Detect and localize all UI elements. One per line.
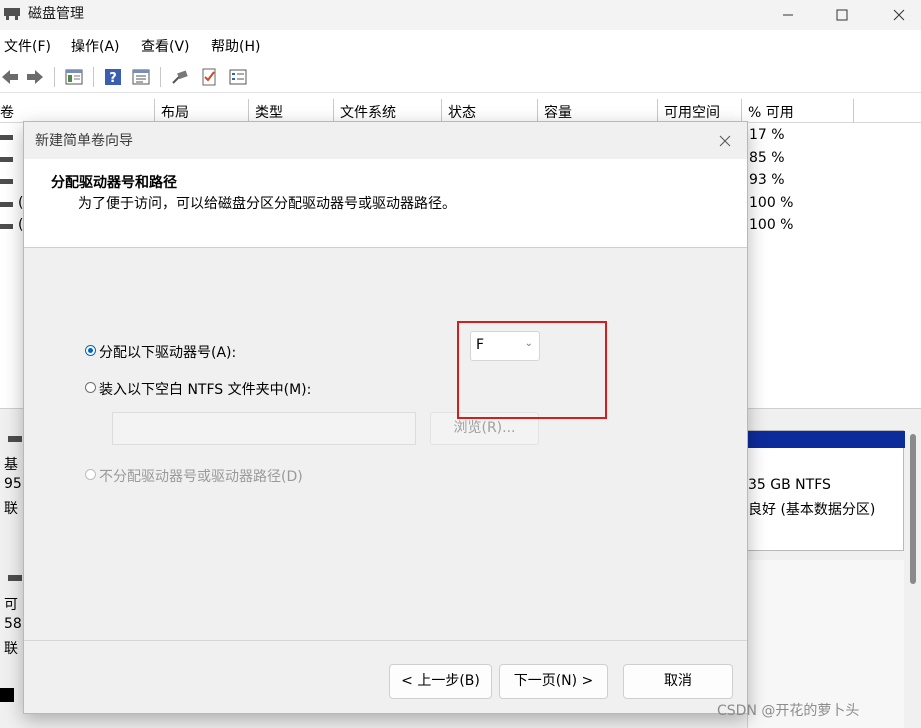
maximize-icon xyxy=(836,9,848,21)
column-type[interactable]: 类型 xyxy=(249,99,334,123)
minimize-icon xyxy=(783,14,793,16)
disk-0-info[interactable]: 基 95 联 xyxy=(0,430,24,555)
wizard-heading: 分配驱动器号和路径 xyxy=(51,175,177,191)
volume-row[interactable] xyxy=(0,151,24,169)
properties-icon[interactable] xyxy=(131,67,151,87)
cancel-button[interactable]: 取消 xyxy=(623,664,733,699)
percent-free-cell: 85 % xyxy=(749,150,785,166)
check-icon[interactable] xyxy=(199,67,219,87)
svg-text:?: ? xyxy=(109,71,117,86)
percent-free-cell: 100 % xyxy=(749,195,794,211)
wizard-close-button[interactable] xyxy=(714,130,736,152)
drive-icon xyxy=(0,202,13,207)
back-arrow-icon[interactable] xyxy=(0,67,20,87)
mount-folder-label[interactable]: 装入以下空白 NTFS 文件夹中(M): xyxy=(99,379,311,399)
wizard-footer-divider xyxy=(24,640,747,641)
drive-icon xyxy=(0,224,13,229)
legend-color-swatch xyxy=(0,688,14,702)
forward-arrow-icon[interactable] xyxy=(25,67,45,87)
volume-row[interactable]: ( xyxy=(0,217,24,236)
column-capacity[interactable]: 容量 xyxy=(538,99,658,123)
folder-path-input[interactable] xyxy=(112,412,416,445)
wizard-title: 新建简单卷向导 xyxy=(35,133,133,149)
scrollbar-thumb[interactable] xyxy=(910,434,916,584)
volume-row[interactable]: ( xyxy=(0,195,24,214)
connect-disk-icon[interactable] xyxy=(170,67,190,87)
percent-free-cell: 17 % xyxy=(749,127,785,143)
no-assign-radio[interactable] xyxy=(85,469,96,480)
close-window-button[interactable] xyxy=(876,0,921,30)
percent-free-cell: 100 % xyxy=(749,217,794,233)
disk-1-info[interactable]: 可 58 联 xyxy=(0,565,24,685)
assign-letter-radio[interactable] xyxy=(85,345,96,356)
next-button[interactable]: 下一页(N) > xyxy=(499,664,608,699)
partition-status: 良好 (基本数据分区) xyxy=(748,502,876,518)
partition-block[interactable]: 35 GB NTFS 良好 (基本数据分区) xyxy=(747,430,905,551)
menu-file[interactable]: 文件(F) xyxy=(4,36,51,56)
menu-view[interactable]: 查看(V) xyxy=(141,36,190,56)
menu-bar: 文件(F) 操作(A) 查看(V) 帮助(H) xyxy=(0,30,921,60)
maximize-button[interactable] xyxy=(819,0,865,30)
menu-action[interactable]: 操作(A) xyxy=(71,36,120,56)
menu-help[interactable]: 帮助(H) xyxy=(211,36,260,56)
new-simple-volume-wizard: 新建简单卷向导 分配驱动器号和路径 为了便于访问，可以给磁盘分区分配驱动器号或驱… xyxy=(23,121,748,714)
console-tree-icon[interactable] xyxy=(64,67,84,87)
partition-size: 35 GB NTFS xyxy=(748,477,831,493)
column-percent-free[interactable]: % 可用 xyxy=(742,99,854,123)
disk-0-size: 95 xyxy=(4,476,22,492)
toolbar-separator xyxy=(54,67,55,87)
disk-icon xyxy=(8,436,22,442)
volume-row[interactable] xyxy=(0,173,24,191)
column-layout[interactable]: 布局 xyxy=(155,99,249,123)
drive-icon xyxy=(0,157,13,162)
toolbar: ? xyxy=(0,61,921,93)
percent-free-cell: 93 % xyxy=(749,172,785,188)
assign-letter-label[interactable]: 分配以下驱动器号(A): xyxy=(99,342,236,362)
volume-list-header: 卷 布局 类型 文件系统 状态 容量 可用空间 % 可用 xyxy=(0,99,921,123)
wizard-description: 为了便于访问，可以给磁盘分区分配驱动器号或驱动器路径。 xyxy=(78,196,456,212)
column-filesystem[interactable]: 文件系统 xyxy=(334,99,442,123)
disk-management-app-icon xyxy=(4,8,20,20)
drive-icon xyxy=(0,135,13,140)
toolbar-separator xyxy=(160,67,161,87)
disk-pane-scrollbar[interactable] xyxy=(905,430,921,728)
window-title: 磁盘管理 xyxy=(28,6,84,22)
disk-0-status: 联 xyxy=(4,501,18,517)
title-bar: 磁盘管理 xyxy=(0,0,921,30)
column-free-space[interactable]: 可用空间 xyxy=(658,99,742,123)
disk-1-size: 58 xyxy=(4,616,22,632)
toolbar-separator xyxy=(93,67,94,87)
partition-color-bar xyxy=(748,431,905,448)
settings-list-icon[interactable] xyxy=(228,67,248,87)
mount-folder-radio[interactable] xyxy=(85,382,96,393)
column-volume[interactable]: 卷 xyxy=(0,99,155,123)
drive-icon xyxy=(0,179,13,184)
minimize-button[interactable] xyxy=(765,0,811,30)
disk-1-type: 可 xyxy=(4,597,18,613)
disk-icon xyxy=(8,575,22,581)
wizard-header: 分配驱动器号和路径 为了便于访问，可以给磁盘分区分配驱动器号或驱动器路径。 xyxy=(24,159,747,248)
back-button[interactable]: < 上一步(B) xyxy=(389,664,492,699)
watermark: CSDN @开花的萝卜头 xyxy=(717,703,860,719)
annotation-highlight-box xyxy=(457,321,607,419)
close-icon xyxy=(893,9,905,21)
volume-row[interactable] xyxy=(0,129,24,147)
disk-1-status: 联 xyxy=(4,641,18,657)
close-icon xyxy=(719,135,731,147)
column-status[interactable]: 状态 xyxy=(442,99,538,123)
help-icon[interactable]: ? xyxy=(103,67,123,87)
no-assign-label[interactable]: 不分配驱动器号或驱动器路径(D) xyxy=(99,466,303,486)
disk-0-type: 基 xyxy=(4,457,18,473)
